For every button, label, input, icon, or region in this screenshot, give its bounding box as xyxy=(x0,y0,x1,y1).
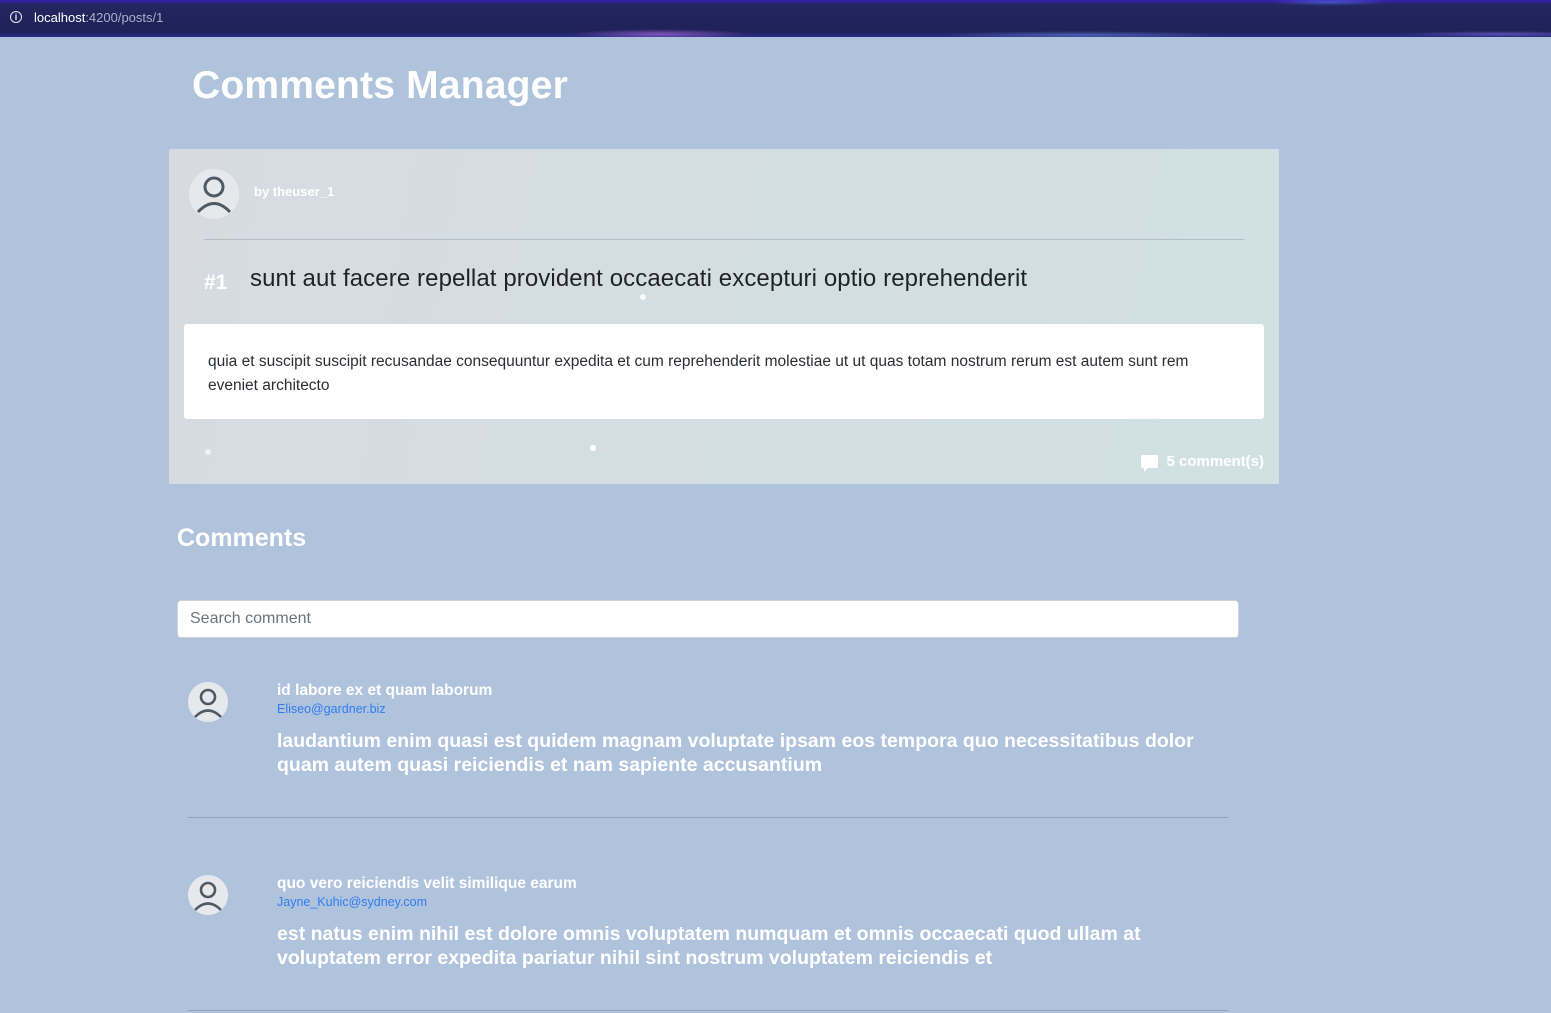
page-title: Comments Manager xyxy=(192,64,568,107)
comment-email-link[interactable]: Jayne_Kuhic@sydney.com xyxy=(277,895,427,909)
browser-address-bar: i localhost:4200/posts/1 xyxy=(0,0,1551,37)
comment-name: quo vero reiciendis velit similique earu… xyxy=(277,875,577,892)
comment-body: est natus enim nihil est dolore omnis vo… xyxy=(277,923,1141,969)
url-path: :4200/posts/1 xyxy=(85,10,164,25)
user-avatar-icon xyxy=(188,682,228,722)
chat-bubble-icon xyxy=(1141,455,1159,472)
comment-count-label: 5 comment(s) xyxy=(1166,453,1264,470)
comment-body: laudantium enim quasi est quidem magnam … xyxy=(277,730,1194,776)
decorative-dot xyxy=(205,449,211,455)
post-author: by theuser_1 xyxy=(254,184,335,199)
url-host: localhost xyxy=(34,10,86,25)
post-title: sunt aut facere repellat provident occae… xyxy=(250,265,1028,292)
address-url[interactable]: localhost:4200/posts/1 xyxy=(34,10,163,25)
post-divider xyxy=(204,239,1244,240)
decorative-dot xyxy=(640,294,646,300)
comment-email-link[interactable]: Eliseo@gardner.biz xyxy=(277,702,386,716)
info-icon[interactable]: i xyxy=(10,11,22,23)
user-avatar-icon xyxy=(189,169,239,219)
post-card: by theuser_1 #1 sunt aut facere repellat… xyxy=(169,149,1279,484)
decorative-dot xyxy=(590,445,596,451)
search-comment-input[interactable] xyxy=(177,600,1239,638)
post-body: quia et suscipit suscipit recusandae con… xyxy=(184,324,1264,419)
comment-divider xyxy=(188,1010,1228,1011)
post-number: #1 xyxy=(204,271,228,294)
comment-name: id labore ex et quam laborum xyxy=(277,682,493,699)
comment-divider xyxy=(188,817,1228,818)
comment-count-link[interactable]: 5 comment(s) xyxy=(1141,453,1264,472)
user-avatar-icon xyxy=(188,875,228,915)
comments-heading: Comments xyxy=(177,524,307,552)
